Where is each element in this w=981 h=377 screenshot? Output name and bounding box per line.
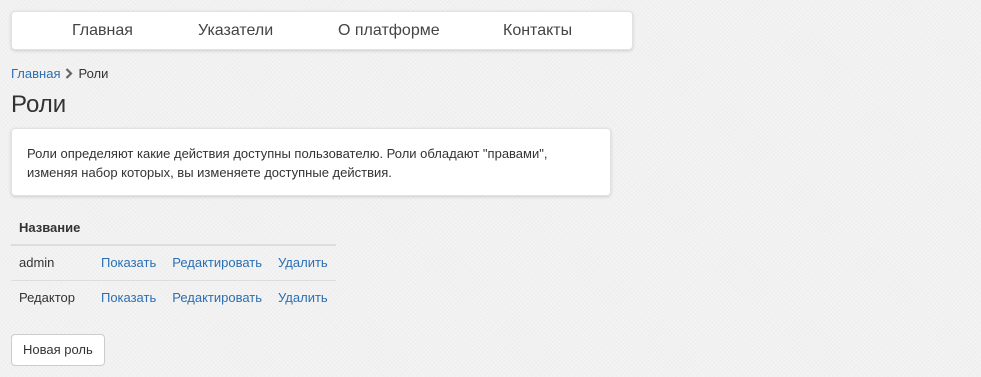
nav-item-contacts[interactable]: Контакты: [503, 12, 572, 49]
column-header-name: Название: [11, 211, 93, 246]
info-panel: Роли определяют какие действия доступны …: [11, 128, 611, 196]
table-row: Редактор Показать Редактировать Удалить: [11, 279, 336, 315]
roles-table: Название admin Показать Редактировать Уд…: [11, 211, 336, 315]
role-name: admin: [11, 244, 93, 280]
new-role-button[interactable]: Новая роль: [11, 334, 105, 366]
edit-role-link[interactable]: Редактировать: [172, 255, 262, 270]
delete-role-link[interactable]: Удалить: [278, 255, 328, 270]
page-title: Роли: [11, 91, 67, 118]
breadcrumb: Главная Роли: [11, 66, 108, 82]
show-role-link[interactable]: Показать: [101, 255, 156, 270]
roles-description: Роли определяют какие действия доступны …: [27, 146, 548, 180]
delete-role-link[interactable]: Удалить: [278, 290, 328, 305]
nav-item-about[interactable]: О платформе: [338, 12, 440, 49]
table-header-row: Название: [11, 211, 336, 246]
table-row: admin Показать Редактировать Удалить: [11, 244, 336, 280]
role-name: Редактор: [11, 279, 93, 315]
edit-role-link[interactable]: Редактировать: [172, 290, 262, 305]
main-navbar: Главная Указатели О платформе Контакты: [11, 11, 633, 50]
breadcrumb-home-link[interactable]: Главная: [11, 66, 60, 81]
breadcrumb-current: Роли: [78, 66, 109, 81]
chevron-right-icon: [65, 67, 74, 82]
nav-item-indexes[interactable]: Указатели: [198, 12, 273, 49]
nav-item-home[interactable]: Главная: [72, 12, 133, 49]
show-role-link[interactable]: Показать: [101, 290, 156, 305]
